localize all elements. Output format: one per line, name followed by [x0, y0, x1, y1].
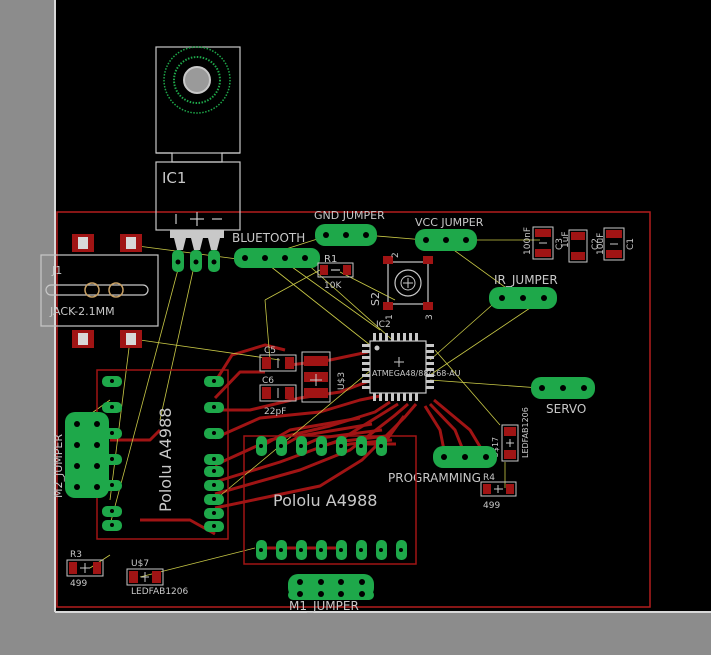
m1-jumper-label: M1_JUMPER [289, 599, 359, 613]
servo-label: SERVO [546, 402, 586, 416]
r4-label: R4 [483, 473, 495, 483]
vcc-jumper[interactable]: VCC JUMPER [415, 216, 484, 251]
r1-label: R1 [324, 254, 337, 265]
pololu-left-label: Pololu A4988 [156, 408, 175, 512]
pololu-right-label: Pololu A4988 [273, 491, 377, 510]
jack-label: JACK-2.1MM [49, 305, 115, 318]
r3-value: 499 [70, 579, 87, 589]
c2-value: 1uF [561, 231, 571, 248]
c6-value: 22pF [264, 407, 286, 417]
vcc-jumper-label: VCC JUMPER [415, 216, 484, 229]
u7-label: U$7 [131, 559, 149, 569]
s2-pin-2: 2 [391, 252, 401, 258]
pcb-canvas[interactable]: IC1 J1 JACK-2.1MM BLUETOOTH GND JUMPER V… [0, 0, 711, 655]
c6-label: C6 [262, 376, 274, 386]
c1-value: 10uF [596, 233, 606, 255]
ic2-label: IC2 [376, 320, 391, 330]
ic1-label: IC1 [162, 169, 186, 187]
gnd-jumper-label: GND JUMPER [314, 209, 385, 222]
led-bottom-label: LEDFAB1206 [131, 587, 188, 597]
r1-value: 10K [324, 281, 342, 291]
u3-label: U$3 [337, 372, 347, 390]
s2-pin-3: 3 [425, 314, 435, 320]
c5-label: C5 [264, 346, 276, 356]
mcu-label: ATMEGA48/88/168-AU [372, 369, 461, 378]
gnd-jumper[interactable]: GND JUMPER [314, 209, 385, 246]
ir-jumper[interactable]: IR_JUMPER [489, 273, 558, 309]
led-right-label: LEDFAB1206 [521, 407, 530, 458]
j1-label: J1 [51, 264, 62, 277]
r4-value: 499 [483, 501, 500, 511]
ir-jumper-label: IR_JUMPER [494, 273, 558, 287]
m2-jumper-label: M2_JUMPER [52, 434, 65, 498]
mounting-hole [183, 66, 211, 94]
c3-value: 100nF [523, 227, 533, 255]
bluetooth-label: BLUETOOTH [232, 231, 305, 245]
c1-label: C1 [626, 238, 636, 250]
s2-label: S2 [369, 292, 382, 306]
programming-label: PROGRAMMING [388, 471, 481, 485]
r3-label: R3 [70, 550, 82, 560]
